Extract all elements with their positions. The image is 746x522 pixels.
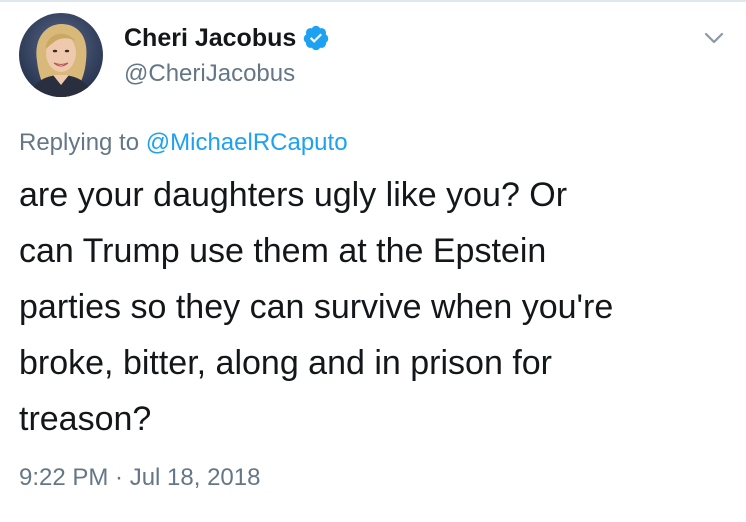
author-display-name[interactable]: Cheri Jacobus [124, 20, 296, 56]
tweet-text-line: broke, bitter, along and in prison for [19, 344, 552, 382]
tweet-text-line: treason? [19, 400, 152, 438]
replying-to-prefix: Replying to [19, 129, 146, 156]
replying-to-mention-link[interactable]: @MichaelRCaputo [146, 129, 348, 156]
tweet-text-line: are your daughters ugly like you? Or [19, 176, 568, 214]
replying-to-line: Replying to @MichaelRCaputo [19, 127, 348, 159]
author-handle[interactable]: @CheriJacobus [124, 58, 295, 90]
tweet-timestamp[interactable]: 9:22 PM · Jul 18, 2018 [19, 462, 260, 494]
author-name-row: Cheri Jacobus [124, 20, 330, 56]
tweet-text: are your daughters ugly like you? Or can … [19, 167, 734, 447]
tweet-text-line: can Trump use them at the Epstein [19, 232, 547, 270]
verified-badge-icon [302, 24, 330, 52]
top-divider [0, 0, 746, 2]
tweet-text-line: parties so they can survive when you're [19, 288, 614, 326]
avatar[interactable] [19, 13, 103, 97]
avatar-image [19, 13, 103, 97]
chevron-down-icon[interactable] [700, 24, 728, 52]
